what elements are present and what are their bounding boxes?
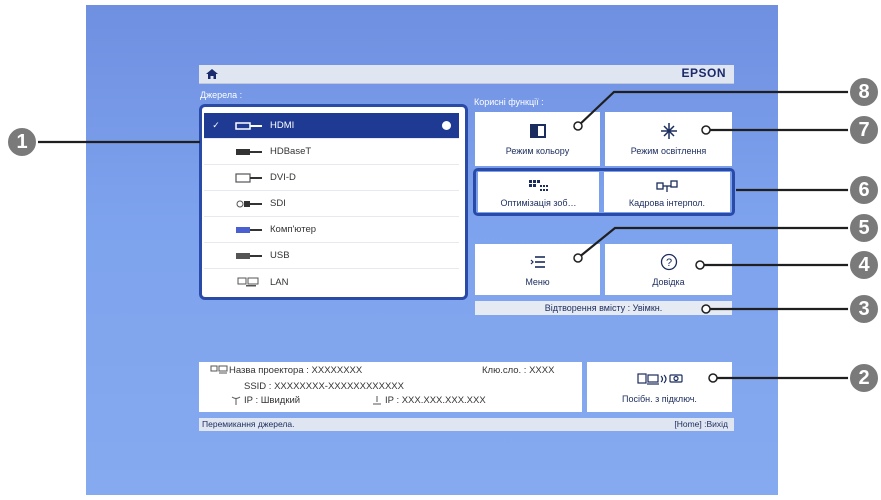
callout-7: 7	[848, 114, 880, 146]
callout-lines	[38, 90, 852, 383]
callout-3: 3	[848, 293, 880, 325]
callout-6: 6	[848, 174, 880, 206]
callout-2: 2	[848, 362, 880, 394]
callout-1: 1	[6, 126, 38, 158]
callout-4: 4	[848, 249, 880, 281]
callout-8: 8	[848, 76, 880, 108]
callout-5: 5	[848, 212, 880, 244]
